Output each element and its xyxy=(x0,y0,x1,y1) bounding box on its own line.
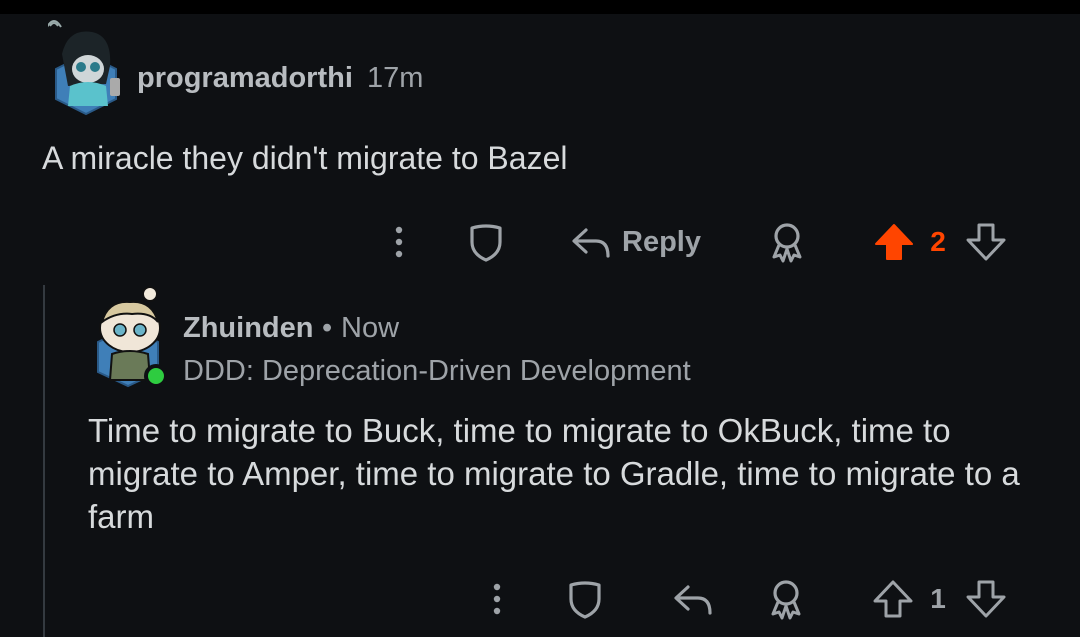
vote-count: 2 xyxy=(930,226,946,257)
award-icon xyxy=(772,223,802,263)
shield-icon xyxy=(569,581,601,619)
more-options-button[interactable] xyxy=(383,217,415,267)
arrow-down-icon xyxy=(966,223,1006,261)
more-options-button[interactable] xyxy=(481,574,513,624)
reply-icon xyxy=(572,228,610,258)
signal-icon xyxy=(46,20,62,28)
reply-button[interactable]: Reply xyxy=(570,217,720,267)
reply-button[interactable] xyxy=(669,574,717,624)
comment-body: Time to migrate to Buck, time to migrate… xyxy=(88,412,1020,535)
more-vertical-icon xyxy=(395,226,403,258)
more-vertical-icon xyxy=(493,583,501,615)
avatar[interactable] xyxy=(46,14,126,118)
comment-body: A miracle they didn't migrate to Bazel xyxy=(42,140,568,176)
arrow-up-filled-icon xyxy=(875,224,913,260)
downvote-button[interactable] xyxy=(964,574,1008,624)
comment-actions: Reply 2 xyxy=(0,217,1080,267)
downvote-button[interactable] xyxy=(964,217,1008,267)
username[interactable]: Zhuinden xyxy=(183,312,313,345)
timestamp: Now xyxy=(341,312,400,344)
shield-icon xyxy=(470,224,502,262)
user-flair: DDD: Deprecation-Driven Development xyxy=(183,355,691,387)
award-button[interactable] xyxy=(764,574,808,624)
upvote-button[interactable] xyxy=(872,217,916,267)
comment-actions: 1 xyxy=(0,574,1080,624)
timestamp: 17m xyxy=(367,62,424,94)
mod-shield-button[interactable] xyxy=(563,574,607,624)
mod-shield-button[interactable] xyxy=(464,217,508,267)
arrow-down-icon xyxy=(966,580,1006,618)
separator-dot: • xyxy=(322,312,333,344)
status-bar-edge xyxy=(0,0,1080,14)
vote-count: 1 xyxy=(930,583,946,614)
reply-label: Reply xyxy=(622,225,701,258)
avatar[interactable] xyxy=(92,284,172,390)
reply-icon xyxy=(674,585,712,615)
award-button[interactable] xyxy=(765,217,809,267)
username[interactable]: programadorthi xyxy=(137,62,353,95)
arrow-up-icon xyxy=(873,580,913,618)
online-indicator xyxy=(144,364,168,388)
award-icon xyxy=(771,580,801,620)
upvote-button[interactable] xyxy=(871,574,915,624)
